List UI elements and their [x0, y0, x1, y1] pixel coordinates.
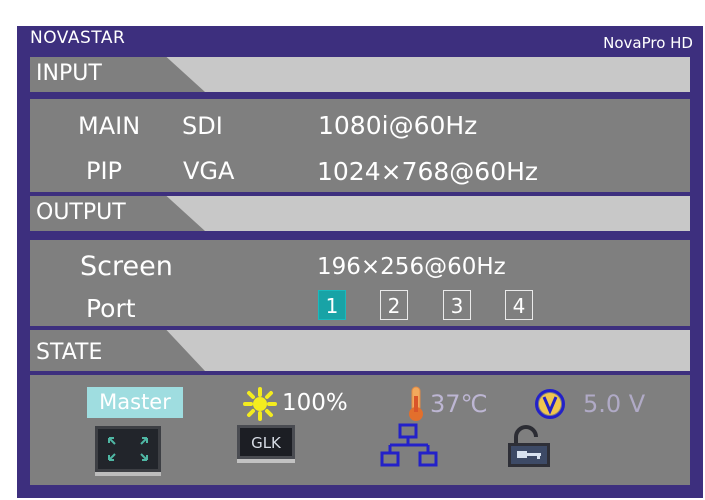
lock-icon[interactable] [506, 425, 552, 474]
voltage-icon [534, 388, 566, 425]
state-tab: STATE [30, 330, 205, 371]
screen-value: 196×256@60Hz [317, 254, 506, 280]
genlock-icon[interactable]: GLK [237, 425, 295, 468]
port-4-button[interactable]: 4 [505, 290, 533, 320]
output-section-header: OUTPUT [30, 196, 690, 231]
pip-source: VGA [183, 157, 235, 185]
main-format: 1080i@60Hz [318, 111, 478, 140]
main-source: SDI [182, 112, 223, 140]
svg-text:GLK: GLK [251, 434, 282, 452]
master-badge: Master [87, 387, 183, 418]
state-section-header: STATE [30, 330, 690, 371]
brightness-value: 100% [282, 390, 348, 416]
port-1-button[interactable]: 1 [318, 290, 346, 320]
port-label: Port [86, 294, 136, 323]
output-title: OUTPUT [36, 200, 126, 225]
port-3-button[interactable]: 3 [443, 290, 471, 320]
network-icon[interactable] [380, 423, 440, 474]
port-2-button[interactable]: 2 [380, 290, 408, 320]
output-tab: OUTPUT [30, 196, 205, 231]
input-title: INPUT [36, 61, 102, 86]
pip-label: PIP [86, 157, 123, 185]
input-section-header: INPUT [30, 57, 690, 92]
input-tab: INPUT [30, 57, 205, 92]
main-label: MAIN [78, 112, 141, 140]
voltage-value: 5.0 V [583, 390, 646, 418]
state-title: STATE [36, 340, 103, 365]
pip-format: 1024×768@60Hz [317, 157, 539, 186]
sun-icon [243, 387, 277, 426]
fullscreen-icon[interactable] [95, 426, 161, 481]
brand-label: NOVASTAR [30, 28, 126, 48]
temperature-value: 37℃ [430, 390, 488, 418]
model-label: NovaPro HD [603, 34, 693, 52]
thermometer-icon [405, 386, 427, 427]
screen-label: Screen [80, 251, 173, 282]
